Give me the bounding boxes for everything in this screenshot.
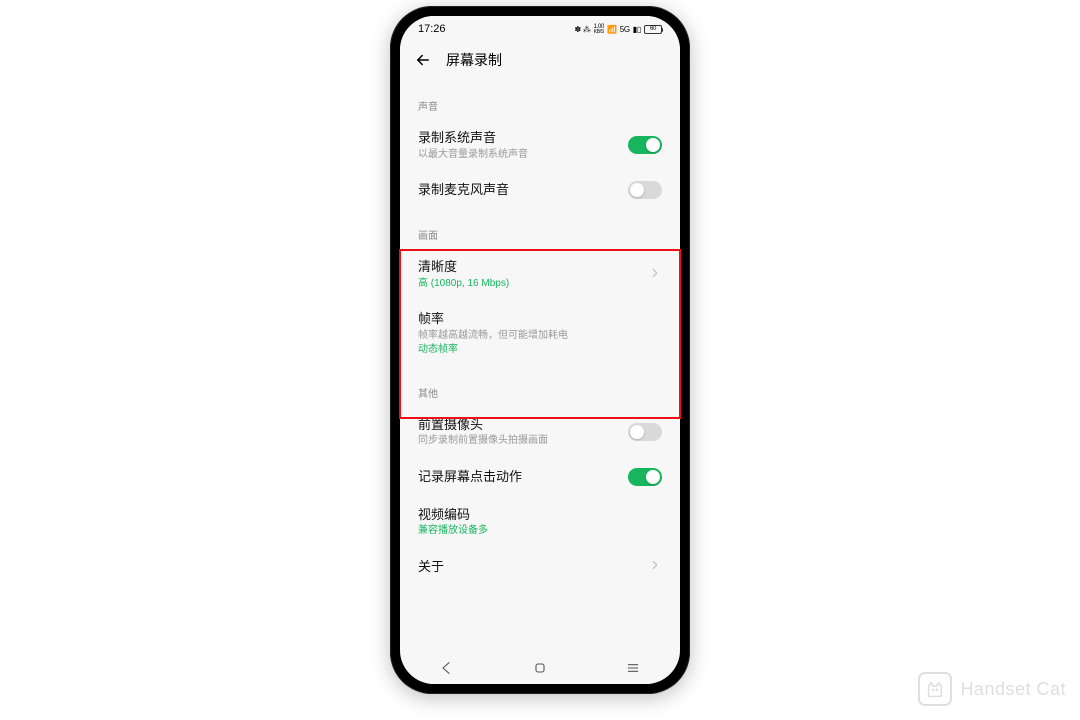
status-net-label: KB/S (594, 30, 604, 35)
nav-back-icon[interactable] (439, 660, 455, 679)
phone-frame: 17:26 ✽ ⁂ 1.00 KB/S 📶 5G ▮▯ 60 (390, 6, 690, 694)
toggle-touches[interactable] (628, 468, 662, 486)
row-encoding-value: 兼容播放设备多 (418, 524, 662, 538)
chevron-right-icon (648, 558, 662, 575)
row-system-sound[interactable]: 录制系统声音 以最大音量录制系统声音 (400, 119, 680, 171)
chevron-right-icon (648, 266, 662, 283)
row-encoding-title: 视频编码 (418, 506, 662, 524)
row-system-sound-sub: 以最大音量录制系统声音 (418, 148, 618, 162)
navbar (400, 654, 680, 684)
row-fps-title: 帧率 (418, 310, 662, 328)
page-title: 屏幕录制 (446, 50, 502, 70)
row-front-cam-title: 前置摄像头 (418, 416, 618, 434)
toggle-front-cam[interactable] (628, 423, 662, 441)
section-label-sound: 声音 (400, 80, 680, 119)
section-label-picture: 画面 (400, 209, 680, 248)
toggle-system-sound[interactable] (628, 136, 662, 154)
nav-recent-icon[interactable] (625, 660, 641, 679)
row-mic-sound-title: 录制麦克风声音 (418, 181, 618, 199)
watermark: Handset Cat (918, 672, 1066, 706)
row-front-cam-sub: 同步录制前置摄像头拍摄画面 (418, 434, 618, 448)
row-encoding[interactable]: 视频编码 兼容播放设备多 (400, 496, 680, 548)
row-fps-sub: 帧率越高越流畅，但可能增加耗电 (418, 329, 662, 343)
row-fps[interactable]: 帧率 帧率越高越流畅，但可能增加耗电 动态帧率 (400, 300, 680, 367)
status-icons-misc: ✽ ⁂ (575, 25, 591, 34)
row-touches-title: 记录屏幕点击动作 (418, 468, 618, 486)
row-about[interactable]: 关于 (400, 548, 680, 586)
watermark-text: Handset Cat (960, 679, 1066, 700)
watermark-logo-icon (918, 672, 952, 706)
back-button[interactable] (414, 51, 432, 69)
row-mic-sound[interactable]: 录制麦克风声音 (400, 171, 680, 209)
battery-icon: 60 (644, 25, 662, 34)
row-clarity-value: 高 (1080p, 16 Mbps) (418, 277, 638, 291)
screen: 17:26 ✽ ⁂ 1.00 KB/S 📶 5G ▮▯ 60 (400, 16, 680, 684)
status-signal-icon: 📶 (607, 25, 617, 34)
row-clarity[interactable]: 清晰度 高 (1080p, 16 Mbps) (400, 248, 680, 300)
content: 声音 录制系统声音 以最大音量录制系统声音 录制麦克风声音 画面 (400, 80, 680, 654)
section-label-other: 其他 (400, 367, 680, 406)
status-bar: 17:26 ✽ ⁂ 1.00 KB/S 📶 5G ▮▯ 60 (400, 16, 680, 40)
status-signal2-icon: ▮▯ (633, 25, 641, 34)
row-about-title: 关于 (418, 558, 638, 576)
status-indicators: ✽ ⁂ 1.00 KB/S 📶 5G ▮▯ 60 (575, 24, 662, 35)
status-time: 17:26 (418, 23, 446, 35)
status-signal-type: 5G (620, 25, 630, 34)
row-fps-value: 动态帧率 (418, 343, 662, 357)
phone-inner: 17:26 ✽ ⁂ 1.00 KB/S 📶 5G ▮▯ 60 (398, 14, 682, 686)
nav-home-icon[interactable] (532, 660, 548, 679)
toggle-mic-sound[interactable] (628, 181, 662, 199)
row-clarity-title: 清晰度 (418, 258, 638, 276)
row-system-sound-title: 录制系统声音 (418, 129, 618, 147)
header: 屏幕录制 (400, 40, 680, 80)
row-touches[interactable]: 记录屏幕点击动作 (400, 458, 680, 496)
row-front-cam[interactable]: 前置摄像头 同步录制前置摄像头拍摄画面 (400, 406, 680, 458)
